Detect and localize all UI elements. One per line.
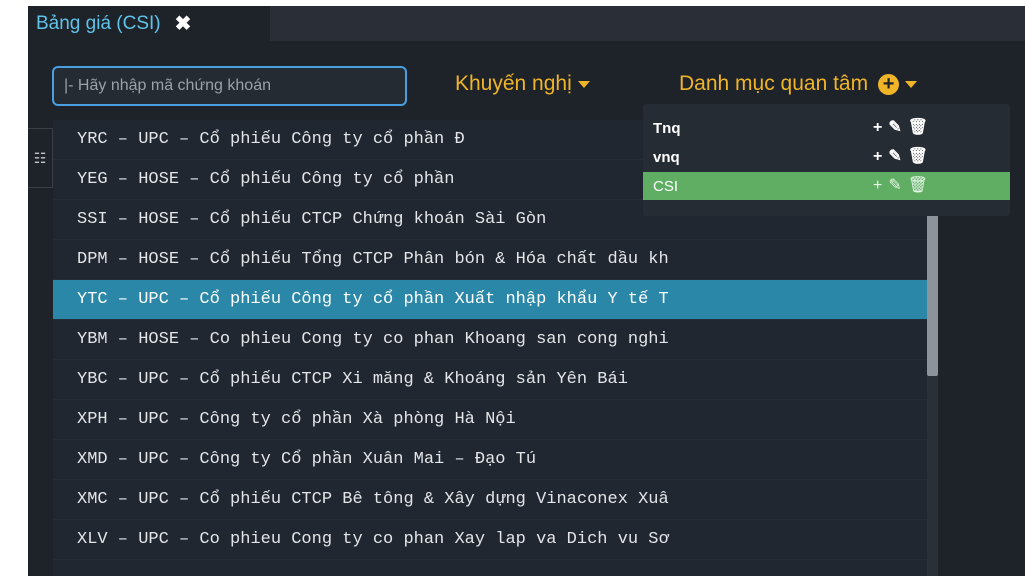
list-view-icon[interactable]: ☷	[28, 128, 53, 188]
suggestion-item[interactable]: XLV – UPC – Co phieu Cong ty co phan Xay…	[53, 520, 938, 560]
suggestion-item[interactable]: YBM – HOSE – Co phieu Cong ty co phan Kh…	[53, 320, 938, 360]
chevron-down-icon	[905, 80, 918, 88]
chevron-down-icon	[577, 80, 590, 88]
watchlist-item-csi[interactable]: CSI + ✎ 🗑	[643, 172, 1010, 200]
trash-icon[interactable]: 🗑	[908, 120, 928, 136]
suggestion-item[interactable]: XPH – UPC – Công ty cổ phần Xà phòng Hà …	[53, 400, 938, 440]
close-icon[interactable]: ✖	[175, 14, 192, 34]
plus-icon[interactable]: +	[873, 149, 882, 165]
tab-price-board[interactable]: Bảng giá (CSI) ✖	[28, 6, 270, 41]
watchlist-item-label: Tnq	[653, 119, 681, 137]
watchlist-item-label: CSI	[653, 177, 679, 195]
suggestion-item[interactable]: YBC – UPC – Cổ phiếu CTCP Xi măng & Khoá…	[53, 360, 938, 400]
suggestion-item[interactable]: XMC – UPC – Cổ phiếu CTCP Bê tông & Xây …	[53, 480, 938, 520]
plus-circle-icon[interactable]: +	[878, 73, 900, 95]
watchlist-item-vnq[interactable]: vnq + ✎ 🗑	[643, 143, 1010, 171]
watchlist-item-actions: + ✎ 🗑	[873, 120, 928, 136]
watchlist-item-label: vnq	[653, 148, 680, 166]
suggestion-item[interactable]: XMD – UPC – Công ty Cổ phần Xuân Mai – Đ…	[53, 440, 938, 480]
recommend-menu[interactable]: Khuyến nghị	[455, 72, 590, 96]
edit-icon[interactable]: ✎	[888, 149, 901, 165]
trash-icon[interactable]: 🗑	[908, 178, 928, 194]
recommend-menu-label: Khuyến nghị	[455, 72, 572, 95]
edit-icon[interactable]: ✎	[888, 120, 901, 136]
trash-icon[interactable]: 🗑	[908, 149, 928, 165]
scrollbar-thumb[interactable]	[927, 212, 938, 376]
plus-icon[interactable]: +	[873, 120, 882, 136]
edit-icon[interactable]: ✎	[888, 178, 901, 194]
watchlist-dropdown: Tnq + ✎ 🗑 vnq + ✎ 🗑 CSI + ✎ 🗑	[643, 104, 1010, 216]
suggestion-item[interactable]: DPM – HOSE – Cổ phiếu Tổng CTCP Phân bón…	[53, 240, 938, 280]
watchlist-menu-label: Danh mục quan tâm	[679, 72, 869, 95]
watchlist-item-actions: + ✎ 🗑	[873, 149, 928, 165]
tab-bar: Bảng giá (CSI) ✖	[28, 6, 1025, 41]
suggestion-item[interactable]: YTC – UPC – Cổ phiếu Công ty cổ phần Xuấ…	[53, 280, 938, 320]
plus-icon[interactable]: +	[873, 178, 882, 194]
watchlist-item-tnq[interactable]: Tnq + ✎ 🗑	[643, 114, 1010, 142]
price-board-app: Bảng giá (CSI) ✖ Khuyến nghị Danh mục qu…	[28, 6, 1025, 576]
watchlist-menu[interactable]: Danh mục quan tâm +	[679, 72, 918, 96]
tab-title: Bảng giá (CSI)	[36, 12, 161, 34]
watchlist-item-actions: + ✎ 🗑	[873, 178, 928, 194]
stock-search-input[interactable]	[52, 66, 407, 106]
